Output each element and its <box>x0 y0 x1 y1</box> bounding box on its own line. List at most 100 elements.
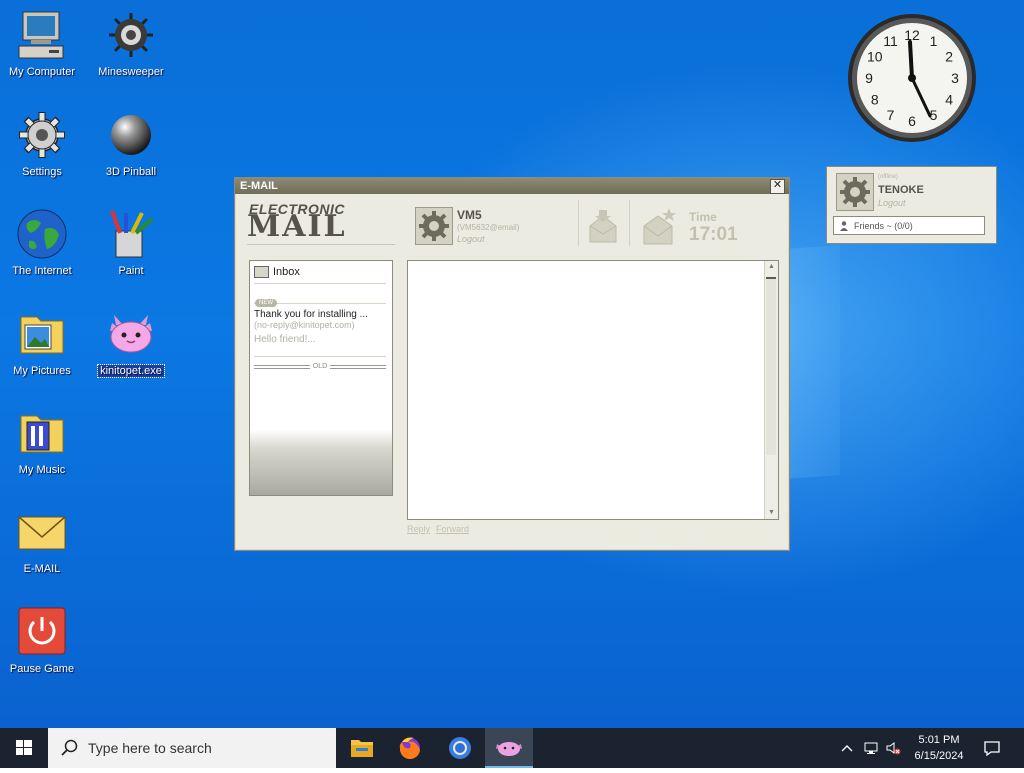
pinball-icon <box>104 108 158 162</box>
time-label: Time <box>689 210 717 224</box>
logo-divider <box>247 244 395 245</box>
desktop-icon-my-pictures[interactable]: My Pictures <box>0 307 87 379</box>
network-icon[interactable] <box>863 740 879 756</box>
desktop-icon-label: 3D Pinball <box>105 166 157 178</box>
clock-numeral: 4 <box>945 92 953 108</box>
taskbar-file-explorer[interactable] <box>338 728 386 768</box>
desktop-icon-label: My Computer <box>8 66 76 78</box>
gear-icon <box>15 108 69 162</box>
axolotl-icon <box>496 742 522 756</box>
scroll-down-arrow-icon[interactable]: ▼ <box>765 507 778 519</box>
notification-icon[interactable] <box>983 739 1001 757</box>
friend-logout-link[interactable]: Logout <box>878 198 906 208</box>
desktop-icon-e-mail[interactable]: E-MAIL <box>0 505 87 577</box>
taskbar-clock[interactable]: 5:01 PM 6/15/2024 <box>902 732 976 764</box>
message-subject[interactable]: Thank you for installing ... <box>254 309 368 320</box>
desktop-icon-label: My Pictures <box>13 365 71 377</box>
music-folder-icon <box>15 406 69 460</box>
desktop-icon-my-music[interactable]: My Music <box>0 406 87 478</box>
clock-hour-hand <box>908 40 914 80</box>
taskbar-chrome[interactable] <box>436 728 484 768</box>
start-button[interactable] <box>0 728 48 768</box>
old-label: OLD <box>312 363 328 370</box>
paint-icon <box>104 207 158 261</box>
taskbar: Type here to search 5:01 PM 6/15/2024 <box>0 728 1024 768</box>
time-value: 17:01 <box>689 224 738 245</box>
email-window-titlebar[interactable]: E-MAIL ✕ <box>235 178 789 194</box>
message-reading-pane[interactable]: ▲ ▼ <box>407 260 779 520</box>
desktop-icon-label: Minesweeper <box>98 66 164 78</box>
desktop-icon-label: Paint <box>118 265 144 277</box>
volume-muted-icon[interactable] <box>885 740 901 756</box>
chevron-up-icon[interactable] <box>839 740 855 756</box>
new-mail-button[interactable] <box>640 206 678 246</box>
taskbar-firefox[interactable] <box>386 728 434 768</box>
friends-count-label: Friends ~ (0/0) <box>854 221 913 231</box>
desktop-icon-label: My Music <box>18 464 66 476</box>
forward-link[interactable]: Forward <box>436 524 469 534</box>
desktop-icon-settings[interactable]: Settings <box>0 108 87 180</box>
pane-divider <box>254 356 386 357</box>
search-icon <box>61 739 78 756</box>
clock-numeral: 6 <box>908 113 916 129</box>
desktop-icon-paint[interactable]: Paint <box>86 207 176 279</box>
new-badge: NEW <box>255 299 277 307</box>
globe-icon <box>15 207 69 261</box>
new-mail-icon <box>643 208 676 245</box>
window-title: E-MAIL <box>240 180 278 192</box>
envelope-icon <box>15 505 69 559</box>
desktop-icon-the-internet[interactable]: The Internet <box>0 207 87 279</box>
email-window[interactable]: E-MAIL ✕ ELECTRONIC MAIL VM5 (VM5632@ema… <box>234 177 790 551</box>
taskbar-date: 6/15/2024 <box>914 750 964 762</box>
desktop-icon-minesweeper[interactable]: Minesweeper <box>86 8 176 80</box>
desktop: My Computer Settings The Internet My Pic… <box>0 0 1024 728</box>
reply-link[interactable]: Reply <box>407 524 430 534</box>
power-icon <box>15 605 69 659</box>
friends-widget[interactable]: (offline) TENOKE Logout Friends ~ (0/0) <box>826 166 997 244</box>
desktop-icon-label: The Internet <box>12 265 72 277</box>
user-avatar <box>415 207 453 245</box>
firefox-icon <box>399 737 420 760</box>
windows-logo-icon <box>16 740 32 755</box>
search-placeholder: Type here to search <box>88 740 212 756</box>
taskbar-time: 5:01 PM <box>918 734 960 746</box>
scroll-up-arrow-icon[interactable]: ▲ <box>765 261 778 273</box>
desktop-icon-my-computer[interactable]: My Computer <box>0 8 87 80</box>
clock-numeral: 8 <box>871 92 879 108</box>
folder-inbox[interactable]: Inbox <box>254 266 300 279</box>
clock-numeral: 3 <box>951 70 959 86</box>
close-button[interactable]: ✕ <box>770 179 785 194</box>
inbox-tray-button[interactable] <box>584 206 622 246</box>
desktop-icon-label: kinitopet.exe <box>97 364 165 378</box>
pictures-folder-icon <box>15 307 69 361</box>
old-messages-divider: OLD <box>254 363 386 370</box>
folder-icon <box>254 266 269 279</box>
clock-gadget[interactable]: 12 1 2 3 4 5 6 7 8 9 10 11 <box>846 12 978 144</box>
taskbar-search-box[interactable]: Type here to search <box>48 728 336 768</box>
pane-divider <box>254 283 386 284</box>
clock-numeral: 11 <box>883 33 898 49</box>
desktop-icon-3d-pinball[interactable]: 3D Pinball <box>86 108 176 180</box>
reading-pane-scrollbar[interactable]: ▲ ▼ <box>764 261 778 519</box>
desktop-icon-label: Settings <box>22 166 62 178</box>
gear-avatar-icon <box>840 177 870 207</box>
toolbar-separator <box>578 200 579 246</box>
file-explorer-icon <box>351 740 373 757</box>
inbox-tray-icon <box>589 210 617 243</box>
desktop-icon-pause-game[interactable]: Pause Game <box>0 605 87 677</box>
clock-numeral: 2 <box>945 49 953 65</box>
clock-numeral: 12 <box>904 27 920 43</box>
logout-link[interactable]: Logout <box>457 234 485 244</box>
clock-numeral: 10 <box>867 49 883 65</box>
desktop-icon-label: E-MAIL <box>23 563 61 575</box>
taskbar-kinitopet[interactable] <box>485 728 533 768</box>
folder-pane[interactable]: Inbox NEW Thank you for installing ... (… <box>249 260 393 496</box>
clock-numeral: 7 <box>887 107 895 123</box>
friend-user-avatar <box>836 173 874 211</box>
message-preview: Hello friend!... <box>254 334 316 345</box>
scroll-thumb[interactable] <box>766 277 776 455</box>
friends-list-button[interactable]: Friends ~ (0/0) <box>833 216 985 235</box>
toolbar-separator <box>629 200 630 246</box>
desktop-icon-kinitopet[interactable]: kinitopet.exe <box>86 307 176 379</box>
analog-clock-face: 12 1234567891011 <box>848 14 976 142</box>
